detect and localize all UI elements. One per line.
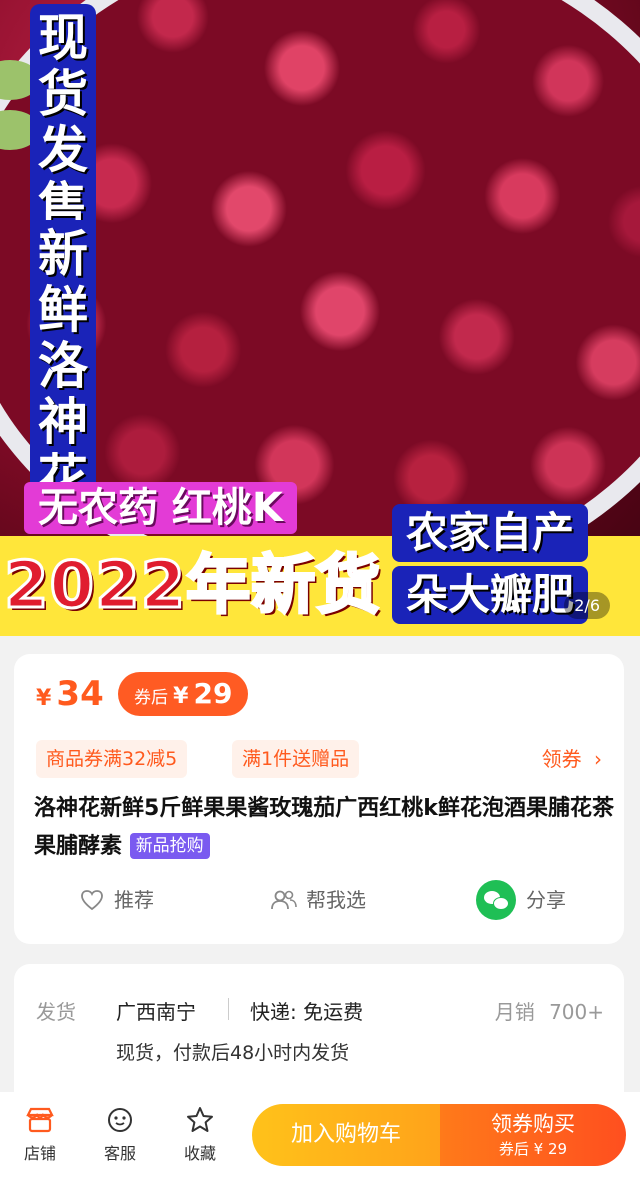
banner-tag-big-petals: 朵大瓣肥 xyxy=(392,566,589,624)
divider xyxy=(228,998,229,1020)
favorite-button[interactable]: 收藏 xyxy=(170,1106,230,1164)
coupon-amount: 29 xyxy=(193,677,233,710)
coupon-prefix: 券后 xyxy=(134,688,168,708)
coupon-chip[interactable]: 商品券满32减5 xyxy=(36,740,188,778)
wechat-icon xyxy=(476,880,516,920)
help-choose-button[interactable]: 帮我选 xyxy=(270,880,366,920)
add-to-cart-button[interactable]: 加入购物车 xyxy=(252,1104,440,1166)
customer-service-label: 客服 xyxy=(103,1144,136,1163)
banner-tag-no-pesticide: 无农药 红桃K xyxy=(24,482,297,534)
price-amount: 34 xyxy=(56,674,104,714)
product-info-card: ¥ 34 券后 ¥ 29 商品券满32减5 满1件送赠品 领券 › 洛神花新鲜5… xyxy=(14,654,624,944)
image-pager-indicator: 2/6 xyxy=(564,592,610,619)
monthly-sales: 月销 700+ xyxy=(495,996,604,1025)
share-button[interactable]: 分享 xyxy=(476,880,566,920)
shipping-note: 现货，付款后48小时内发货 xyxy=(116,1042,350,1064)
help-choose-label: 帮我选 xyxy=(306,888,366,912)
recommend-label: 推荐 xyxy=(114,888,154,912)
get-coupon-label: 领券 xyxy=(541,747,582,771)
heart-icon xyxy=(81,890,103,911)
buy-sub-label: 券后 ¥ 29 xyxy=(498,1140,568,1158)
buy-with-coupon-button[interactable]: 领券购买 券后 ¥ 29 xyxy=(440,1104,626,1166)
monthly-sales-label: 月销 xyxy=(494,1000,535,1024)
new-product-badge: 新品抢购 xyxy=(129,833,210,859)
bottom-action-bar: 店铺 客服 收藏 加入购物车 领券购买 券后 ¥ 29 xyxy=(0,1092,640,1182)
product-image-banner[interactable]: 现货发售 新鲜洛神花 无农药 红桃K 2022年新货 农家自产 朵大瓣肥 2/6 xyxy=(0,0,640,636)
store-icon xyxy=(26,1107,54,1133)
store-label: 店铺 xyxy=(23,1144,56,1163)
shipping-label: 发货 xyxy=(36,1000,76,1024)
chevron-right-icon: › xyxy=(594,747,602,771)
banner-vertical-text-2: 新鲜洛神花 xyxy=(30,220,96,512)
banner-year-text: 2022年新货 xyxy=(2,548,382,625)
monthly-sales-value: 700+ xyxy=(549,1000,604,1024)
purchase-cta-group: 加入购物车 领券购买 券后 ¥ 29 xyxy=(252,1104,626,1166)
get-coupon-link[interactable]: 领券 › xyxy=(542,740,602,778)
price: ¥ 34 xyxy=(36,674,104,714)
shipping-origin: 广西南宁 xyxy=(116,1000,196,1024)
recommend-button[interactable]: 推荐 xyxy=(80,880,154,920)
users-icon xyxy=(271,890,297,910)
coupon-currency: ¥ xyxy=(173,684,189,709)
shipping-express: 快递: 免运费 xyxy=(250,1000,364,1024)
price-currency: ¥ xyxy=(36,686,52,711)
share-label: 分享 xyxy=(526,888,566,912)
chat-face-icon xyxy=(108,1108,132,1132)
buy-label: 领券购买 xyxy=(491,1112,575,1136)
favorite-label: 收藏 xyxy=(183,1144,216,1163)
gift-chip[interactable]: 满1件送赠品 xyxy=(232,740,360,778)
product-title: 洛神花新鲜5斤鲜果果酱玫瑰茄广西红桃k鲜花泡酒果脯花茶果脯酵素 新品抢购 xyxy=(34,790,614,866)
banner-vertical-text-1: 现货发售 xyxy=(30,4,96,240)
star-icon xyxy=(187,1107,213,1132)
store-button[interactable]: 店铺 xyxy=(10,1106,70,1164)
coupon-price-badge: 券后 ¥ 29 xyxy=(118,672,249,716)
product-title-text: 洛神花新鲜5斤鲜果果酱玫瑰茄广西红桃k鲜花泡酒果脯花茶果脯酵素 xyxy=(34,796,614,859)
customer-service-button[interactable]: 客服 xyxy=(90,1106,150,1164)
banner-tag-farm: 农家自产 xyxy=(392,504,589,562)
